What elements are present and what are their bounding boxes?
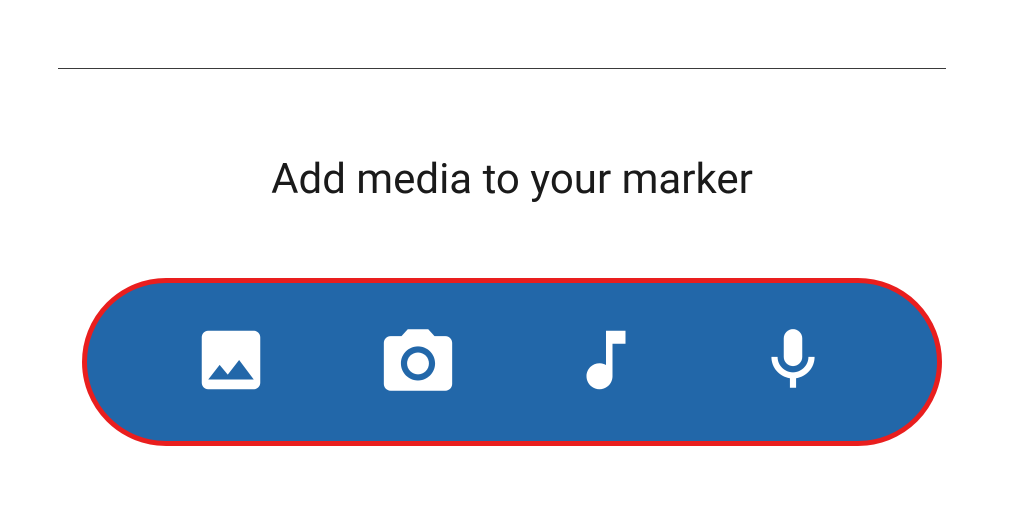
- music-note-icon: [567, 321, 645, 403]
- divider-line: [58, 68, 946, 69]
- audio-button[interactable]: [561, 317, 651, 407]
- camera-button[interactable]: [373, 317, 463, 407]
- gallery-button[interactable]: [186, 317, 276, 407]
- microphone-icon: [756, 323, 830, 401]
- record-button[interactable]: [748, 317, 838, 407]
- media-toolbar: [82, 278, 942, 446]
- camera-icon: [377, 319, 459, 405]
- image-icon: [192, 321, 270, 403]
- section-title: Add media to your marker: [0, 155, 1024, 204]
